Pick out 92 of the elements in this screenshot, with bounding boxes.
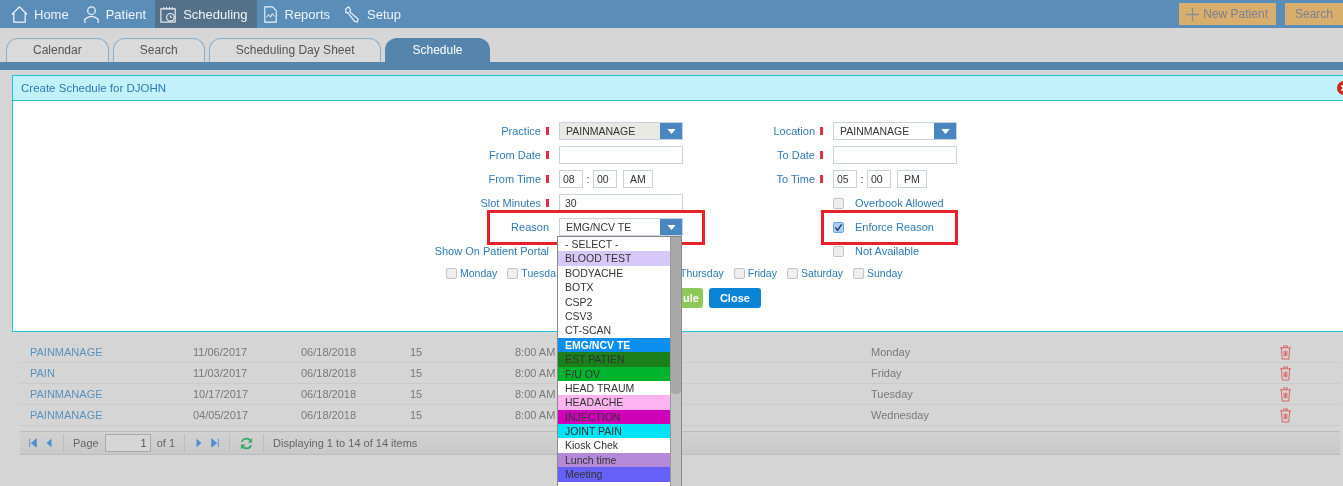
field-label: To Time xyxy=(776,173,815,185)
checkbox-label: Friday xyxy=(747,267,777,279)
checkbox[interactable] xyxy=(833,245,844,257)
checkbox-label: Enforce Reason xyxy=(855,221,934,233)
tab[interactable]: Search xyxy=(112,38,205,62)
checkbox-label: Not Available xyxy=(855,245,919,257)
dropdown-option[interactable]: BLOOD TEST xyxy=(558,251,670,266)
caret-icon xyxy=(666,224,676,230)
dropdown-option[interactable]: HEADACHE xyxy=(558,395,670,410)
table-cell: 8:00 AM xyxy=(515,346,557,358)
table-cell-text: 15 xyxy=(410,346,424,358)
checkbox[interactable] xyxy=(853,267,864,279)
table-cell-text: 15 xyxy=(410,388,424,400)
field-label: Location xyxy=(773,125,815,137)
checkbox-label: Thursday xyxy=(680,267,724,279)
plus-icon xyxy=(1186,7,1200,21)
table-cell-text: 06/18/2018 xyxy=(301,346,358,358)
dialog-title: Create Schedule for DJOHN xyxy=(21,82,167,94)
table-cell-text: Tuesday xyxy=(871,388,914,400)
calendar-clock-icon xyxy=(159,4,179,24)
field-label: Slot Minutes xyxy=(480,197,541,209)
table-cell-text: 15 xyxy=(410,367,424,379)
table-cell-text: 15 xyxy=(410,409,424,421)
checkbox[interactable] xyxy=(833,197,844,209)
table-cell: 8:00 AM xyxy=(515,367,557,379)
table-cell-text: 06/18/2018 xyxy=(301,409,358,421)
period-field[interactable]: PM xyxy=(897,170,927,188)
table-cell: 8:00 AM xyxy=(515,409,557,421)
page-input[interactable]: 1 xyxy=(104,434,151,452)
person-icon xyxy=(81,4,101,24)
field-label: Show On Patient Portal xyxy=(434,245,549,257)
previous-page-icon[interactable] xyxy=(44,438,54,448)
scrollbar[interactable] xyxy=(670,237,681,486)
checkbox[interactable] xyxy=(833,221,844,233)
field-label: From Date xyxy=(489,149,541,161)
table-cell-text: PAINMANAGE xyxy=(29,346,104,358)
close-button[interactable]: Close xyxy=(708,288,761,308)
refresh-icon[interactable] xyxy=(239,435,255,451)
table-cell-text: 04/05/2017 xyxy=(193,409,250,421)
tab[interactable]: Schedule xyxy=(385,38,490,62)
nav-item[interactable]: Scheduling xyxy=(155,0,257,28)
page-label: Page xyxy=(73,437,99,449)
checkbox-label: Sunday xyxy=(867,267,903,279)
time-separator: : xyxy=(585,173,591,185)
table-cell-text: 06/18/2018 xyxy=(301,388,358,400)
first-page-icon[interactable] xyxy=(28,438,38,448)
period-field[interactable]: AM xyxy=(623,170,653,188)
checkbox-label: Tuesda xyxy=(521,267,556,279)
table-cell-text: 11/06/2017 xyxy=(193,346,249,358)
page-count: of 1 xyxy=(156,437,176,449)
field-label: From Time xyxy=(488,173,541,185)
trash-icon[interactable] xyxy=(1279,344,1292,360)
checkbox[interactable] xyxy=(733,267,745,279)
table-cell-text: Monday xyxy=(871,346,912,358)
checkbox-label: Saturday xyxy=(800,267,843,279)
checkbox-label: Monday xyxy=(460,267,498,279)
caret-icon xyxy=(940,128,950,134)
table-cell: 8:00 AM xyxy=(515,388,557,400)
checkbox[interactable] xyxy=(786,267,798,279)
field-label: Practice xyxy=(501,125,541,137)
table-cell-text: 11/03/2017 xyxy=(193,367,249,379)
checkbox[interactable] xyxy=(446,267,457,279)
table-cell-text: Wednesday xyxy=(871,409,930,421)
checkbox[interactable] xyxy=(507,267,519,279)
table-cell-text: 10/17/2017 xyxy=(193,388,250,400)
tab[interactable]: Calendar xyxy=(6,38,109,62)
caret-icon xyxy=(666,128,676,134)
dropdown-option[interactable]: JOINT PAIN xyxy=(558,424,670,439)
hour-field[interactable]: 08 xyxy=(559,170,583,188)
trash-icon[interactable] xyxy=(1279,407,1292,423)
minute-field[interactable]: 00 xyxy=(593,170,617,188)
minute-field[interactable]: 00 xyxy=(867,170,891,188)
time-separator: : xyxy=(859,173,865,185)
table-cell-text: PAINMANAGE xyxy=(29,409,104,421)
field-label: To Date xyxy=(777,149,815,161)
table-cell-text: PAINMANAGE xyxy=(29,388,104,400)
select-field[interactable]: EMG/NCV TE xyxy=(559,218,683,236)
table-cell-text: Friday xyxy=(871,367,903,379)
home-icon xyxy=(10,4,29,24)
hour-field[interactable]: 05 xyxy=(833,170,857,188)
trash-icon[interactable] xyxy=(1279,365,1292,381)
last-page-icon[interactable] xyxy=(210,438,221,448)
table-cell-text: PAIN xyxy=(29,367,56,379)
table-cell-text: 06/18/2018 xyxy=(301,367,358,379)
input-field[interactable] xyxy=(559,146,683,164)
input-field[interactable] xyxy=(833,146,957,164)
pager-summary: Displaying 1 to 14 of 14 items xyxy=(273,437,418,449)
field-label: Reason xyxy=(511,221,549,233)
tab[interactable]: Scheduling Day Sheet xyxy=(208,38,382,62)
select-field[interactable]: PAINMANAGE xyxy=(833,122,957,140)
checkbox-label: Overbook Allowed xyxy=(855,197,944,209)
trash-icon[interactable] xyxy=(1279,386,1292,402)
